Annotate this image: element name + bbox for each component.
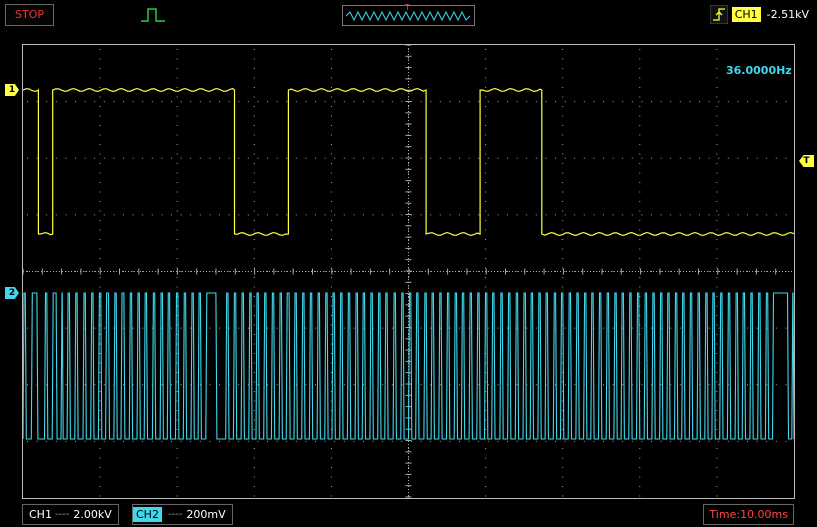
- trigger-level-marker[interactable]: T: [799, 155, 814, 167]
- timebase-box[interactable]: Time: 10.00ms: [703, 504, 794, 525]
- run-stop-button[interactable]: STOP: [5, 4, 54, 26]
- timebase-label: Time:: [709, 508, 741, 521]
- ch1-offset-marker[interactable]: 1: [5, 84, 19, 96]
- ch2-coupling-icon: ----: [167, 509, 183, 520]
- rising-edge-icon: [709, 5, 728, 24]
- ch2-scale-box[interactable]: CH2 ---- 200mV: [132, 504, 233, 525]
- trigger-source[interactable]: CH1: [731, 7, 761, 22]
- ch2-volts-div: 200mV: [186, 508, 226, 521]
- timebase-value: 10.00ms: [740, 508, 788, 521]
- ch2-label: CH2: [133, 507, 162, 522]
- ch2-offset-marker[interactable]: 2: [5, 287, 19, 299]
- trigger-info[interactable]: CH1 -2.51kV: [709, 5, 809, 24]
- memory-timeline[interactable]: T: [342, 3, 475, 26]
- waveform-display[interactable]: [23, 45, 794, 498]
- ch2-trace: [23, 292, 794, 440]
- bottom-status-bar: CH1 ---- 2.00kV CH2 ---- 200mV Time: 10.…: [0, 502, 817, 527]
- ch1-volts-div: 2.00kV: [73, 508, 112, 521]
- top-status-bar: STOP T CH1 -2.51kV: [0, 0, 817, 32]
- pulse-icon[interactable]: [139, 4, 167, 26]
- trigger-level: -2.51kV: [766, 8, 809, 21]
- ch1-coupling-icon: ----: [54, 509, 70, 520]
- frequency-readout: 36.0000Hz: [726, 64, 792, 77]
- ch1-label: CH1: [29, 508, 52, 521]
- ch1-scale-box[interactable]: CH1 ---- 2.00kV: [22, 504, 119, 525]
- oscilloscope-screen: STOP T CH1 -2.51kV 1 2 T 36.0000Hz CH1 -…: [0, 0, 817, 527]
- timeline-trigger-marker: T: [405, 3, 410, 12]
